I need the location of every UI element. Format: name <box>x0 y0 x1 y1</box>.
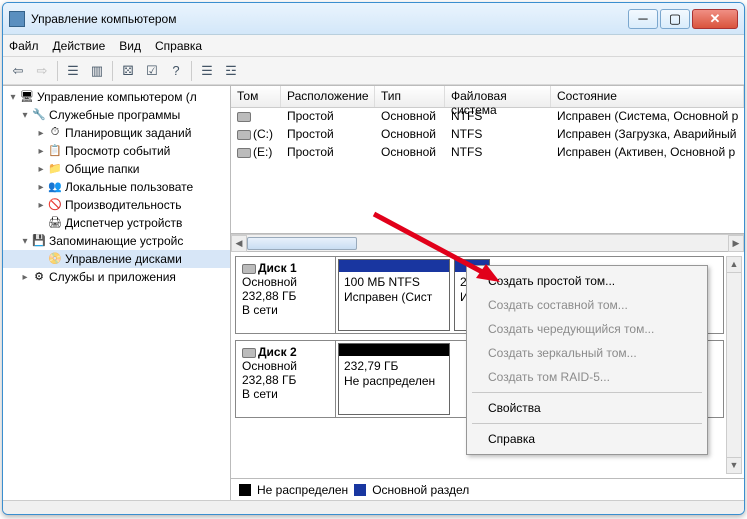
forward-button[interactable]: ⇨ <box>31 60 53 82</box>
menu-new-raid5-volume: Создать том RAID-5... <box>470 365 704 389</box>
tree-device-manager[interactable]: 🖨Диспетчер устройств <box>3 214 230 232</box>
col-status[interactable]: Состояние <box>551 86 744 107</box>
menu-new-simple-volume[interactable]: Создать простой том... <box>470 269 704 293</box>
legend-label-unallocated: Не распределен <box>257 483 348 497</box>
properties-button[interactable]: ☑ <box>141 60 163 82</box>
menu-help[interactable]: Справка <box>470 427 704 451</box>
close-button[interactable]: ✕ <box>692 9 738 29</box>
disk-icon <box>242 348 256 358</box>
volume-row[interactable]: (C:) ПростойОсновнойNTFSИсправен (Загруз… <box>231 126 744 144</box>
tree-shared-folders[interactable]: ▸📁Общие папки <box>3 160 230 178</box>
tree-storage[interactable]: ▾💾Запоминающие устройс <box>3 232 230 250</box>
scroll-up-icon[interactable]: ▲ <box>727 257 741 273</box>
tree-root[interactable]: ▾🖥Управление компьютером (л <box>3 88 230 106</box>
menubar: Файл Действие Вид Справка <box>3 35 744 57</box>
menu-separator <box>472 392 702 393</box>
tree-services-apps[interactable]: ▸⚙Службы и приложения <box>3 268 230 286</box>
menu-properties[interactable]: Свойства <box>470 396 704 420</box>
menu-help[interactable]: Справка <box>155 39 202 53</box>
titlebar[interactable]: Управление компьютером ─ ▢ ✕ <box>3 3 744 35</box>
volume-icon <box>237 148 251 158</box>
col-layout[interactable]: Расположение <box>281 86 375 107</box>
volume-icon <box>237 112 251 122</box>
legend-swatch-primary <box>354 484 366 496</box>
statusbar <box>3 500 744 514</box>
scroll-down-icon[interactable]: ▼ <box>727 457 741 473</box>
scroll-left-icon[interactable]: ◀ <box>231 235 247 252</box>
up-button[interactable]: ☰ <box>62 60 84 82</box>
volume-icon <box>237 130 251 140</box>
tree-task-scheduler[interactable]: ▸⏱Планировщик заданий <box>3 124 230 142</box>
partition-unallocated[interactable]: 232,79 ГБНе распределен <box>338 343 450 415</box>
toolbar: ⇦ ⇨ ☰ ▥ ⚄ ☑ ? ☰ ☲ <box>3 57 744 85</box>
app-icon <box>9 11 25 27</box>
partition-bar <box>339 260 449 272</box>
disk-vscrollbar[interactable]: ▲ ▼ <box>726 256 742 474</box>
scroll-thumb[interactable] <box>247 237 357 250</box>
maximize-button[interactable]: ▢ <box>660 9 690 29</box>
legend-swatch-unallocated <box>239 484 251 496</box>
volume-row[interactable]: (E:) ПростойОсновнойNTFSИсправен (Активе… <box>231 144 744 162</box>
back-button[interactable]: ⇦ <box>7 60 29 82</box>
menu-view[interactable]: Вид <box>119 39 141 53</box>
help-icon[interactable]: ? <box>165 60 187 82</box>
show-hide-tree-button[interactable]: ▥ <box>86 60 108 82</box>
partition-bar <box>339 344 449 356</box>
action-2-button[interactable]: ☲ <box>220 60 242 82</box>
tree-local-users[interactable]: ▸👥Локальные пользовате <box>3 178 230 196</box>
disk-header[interactable]: Диск 1 Основной232,88 ГБВ сети <box>236 257 336 333</box>
partition[interactable]: 100 МБ NTFSИсправен (Сист <box>338 259 450 331</box>
disk-header[interactable]: Диск 2 Основной232,88 ГБВ сети <box>236 341 336 417</box>
menu-separator <box>472 423 702 424</box>
disk-icon <box>242 264 256 274</box>
menu-new-spanned-volume: Создать составной том... <box>470 293 704 317</box>
minimize-button[interactable]: ─ <box>628 9 658 29</box>
volume-header[interactable]: Том Расположение Тип Файловая система Со… <box>231 86 744 108</box>
menu-new-striped-volume: Создать чередующийся том... <box>470 317 704 341</box>
legend-label-primary: Основной раздел <box>372 483 469 497</box>
menu-new-mirrored-volume: Создать зеркальный том... <box>470 341 704 365</box>
volume-hscrollbar[interactable]: ◀ ▶ <box>231 234 744 252</box>
scroll-right-icon[interactable]: ▶ <box>728 235 744 252</box>
col-fs[interactable]: Файловая система <box>445 86 551 107</box>
refresh-button[interactable]: ⚄ <box>117 60 139 82</box>
col-volume[interactable]: Том <box>231 86 281 107</box>
volume-row[interactable]: ПростойОсновнойNTFSИсправен (Система, Ос… <box>231 108 744 126</box>
tree-system-tools[interactable]: ▾🔧Служебные программы <box>3 106 230 124</box>
legend: Не распределен Основной раздел <box>231 478 744 500</box>
menu-file[interactable]: Файл <box>9 39 39 53</box>
window-title: Управление компьютером <box>31 12 628 26</box>
console-tree[interactable]: ▾🖥Управление компьютером (л ▾🔧Служебные … <box>3 86 231 500</box>
tree-performance[interactable]: ▸🚫Производительность <box>3 196 230 214</box>
menu-action[interactable]: Действие <box>53 39 106 53</box>
col-type[interactable]: Тип <box>375 86 445 107</box>
tree-disk-management[interactable]: 📀Управление дисками <box>3 250 230 268</box>
context-menu: Создать простой том... Создать составной… <box>466 265 708 455</box>
action-1-button[interactable]: ☰ <box>196 60 218 82</box>
tree-event-viewer[interactable]: ▸📋Просмотр событий <box>3 142 230 160</box>
volume-list[interactable]: Том Расположение Тип Файловая система Со… <box>231 86 744 234</box>
